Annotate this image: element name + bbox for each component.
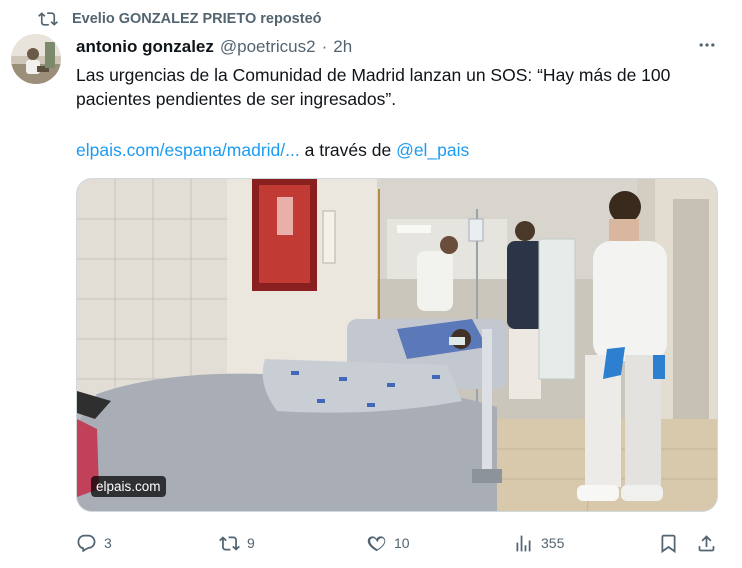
more-options-button[interactable] bbox=[692, 36, 722, 58]
reply-icon bbox=[76, 533, 97, 554]
heart-icon bbox=[366, 533, 387, 554]
author-handle[interactable]: @poetricus2 bbox=[220, 37, 316, 57]
more-icon bbox=[697, 35, 717, 60]
share-button[interactable] bbox=[696, 530, 717, 556]
repost-icon bbox=[38, 9, 58, 29]
via-text: a través de bbox=[304, 140, 392, 160]
tweet-timestamp[interactable]: 2h bbox=[333, 37, 352, 57]
repost-icon bbox=[219, 533, 240, 554]
views-icon bbox=[513, 533, 534, 554]
views-count: 355 bbox=[541, 535, 565, 551]
tweet-media-image[interactable]: elpais.com bbox=[76, 178, 718, 512]
like-count: 10 bbox=[394, 535, 410, 551]
reply-button[interactable]: 3 bbox=[76, 530, 112, 556]
like-button[interactable]: 10 bbox=[366, 530, 410, 556]
repost-count: 9 bbox=[247, 535, 255, 551]
repost-button[interactable]: 9 bbox=[219, 530, 255, 556]
views-button[interactable]: 355 bbox=[513, 530, 564, 556]
author-name[interactable]: antonio gonzalez bbox=[76, 37, 214, 57]
tweet-header: antonio gonzalez @poetricus2 · 2h bbox=[76, 36, 682, 58]
repost-header: Evelio GONZALEZ PRIETO reposteó bbox=[38, 8, 322, 30]
reposter-name[interactable]: Evelio GONZALEZ PRIETO reposteó bbox=[72, 11, 322, 27]
reply-count: 3 bbox=[104, 535, 112, 551]
tweet-link-line: elpais.com/espana/madrid/... a través de… bbox=[76, 138, 469, 162]
share-icon bbox=[696, 533, 717, 554]
media-source-label: elpais.com bbox=[91, 476, 166, 497]
bookmark-button[interactable] bbox=[658, 530, 679, 556]
article-link[interactable]: elpais.com/espana/madrid/... bbox=[76, 140, 300, 160]
hospital-corridor-photo bbox=[77, 179, 717, 511]
via-handle-link[interactable]: @el_pais bbox=[396, 140, 469, 160]
bookmark-icon bbox=[658, 533, 679, 554]
tweet-text: Las urgencias de la Comunidad de Madrid … bbox=[76, 65, 671, 109]
tweet-actions-bar: 3 9 10 355 bbox=[76, 530, 718, 556]
separator-dot: · bbox=[321, 37, 328, 56]
author-avatar[interactable] bbox=[11, 34, 61, 84]
